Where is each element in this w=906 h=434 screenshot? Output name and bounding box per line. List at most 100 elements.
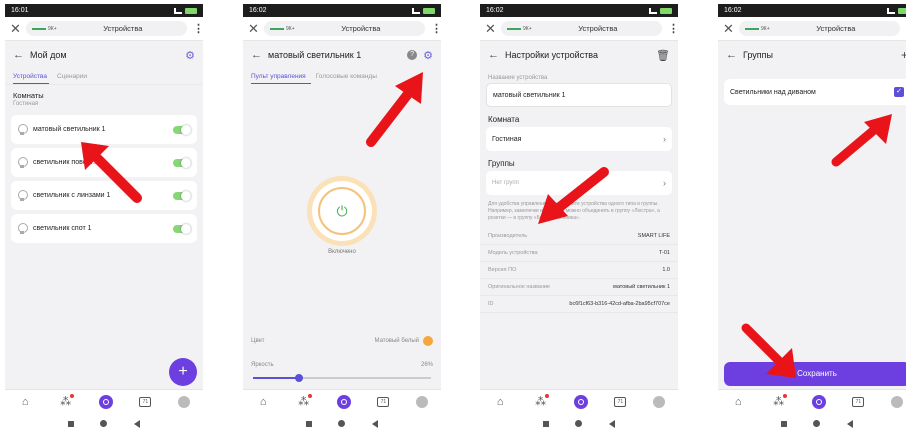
back-arrow-icon[interactable]: ← <box>488 49 499 61</box>
status-bar: 16:02 <box>243 4 441 17</box>
add-device-button[interactable]: + <box>169 358 197 386</box>
page-title: Группы <box>743 50 773 60</box>
recents-icon[interactable] <box>68 420 75 427</box>
device-toggle[interactable] <box>173 223 191 234</box>
screen-my-home: 16:01 ✕ 9К+ Устройства ⋮ ← Мой дом ⚙ Уст… <box>5 4 203 434</box>
device-toggle[interactable] <box>173 124 191 135</box>
groups-value: Нет групп <box>492 180 519 186</box>
room-name: Гостиная <box>13 101 39 107</box>
home-button-icon[interactable] <box>813 420 821 427</box>
back-icon[interactable] <box>133 419 140 428</box>
status-time: 16:02 <box>249 7 267 14</box>
apps-icon[interactable]: ⁂ <box>534 394 549 408</box>
close-icon[interactable]: ✕ <box>248 21 259 37</box>
home-button-icon[interactable] <box>575 420 583 427</box>
device-name: светильник спот 1 <box>33 225 92 232</box>
save-button[interactable]: Сохранить <box>724 362 906 386</box>
info-row: Модель устройства T-01 <box>480 245 678 262</box>
color-value: Матовый белый <box>374 338 419 344</box>
device-toggle[interactable] <box>173 157 191 168</box>
device-card[interactable]: матовый светильник 1 <box>11 115 197 144</box>
avatar[interactable] <box>890 395 903 408</box>
avatar[interactable] <box>177 395 190 408</box>
group-item[interactable]: Светильники над диваном ✓ <box>724 79 906 105</box>
home-button-icon[interactable] <box>338 420 346 427</box>
more-menu-icon[interactable]: ⋮ <box>668 22 678 35</box>
apps-icon[interactable]: ⁂ <box>772 394 787 408</box>
device-name: матовый светильник 1 <box>33 126 106 133</box>
trash-icon[interactable]: 🗑 <box>656 49 670 62</box>
device-toggle[interactable] <box>173 190 191 201</box>
back-icon[interactable] <box>371 419 378 428</box>
tabs: Пульт управления Голосовые команды <box>243 69 441 83</box>
signal-icon <box>412 7 420 14</box>
group-checkbox[interactable]: ✓ <box>894 87 904 97</box>
home-icon[interactable]: ⌂ <box>493 396 507 408</box>
url-field[interactable]: 9К+ Устройства <box>26 21 187 36</box>
close-icon[interactable]: ✕ <box>10 21 21 37</box>
device-name: светильник с линзами 1 <box>33 192 111 199</box>
avatar[interactable] <box>415 395 428 408</box>
more-menu-icon[interactable]: ⋮ <box>431 22 441 35</box>
home-icon[interactable]: ⌂ <box>18 396 32 408</box>
recents-icon[interactable] <box>543 420 550 427</box>
help-icon[interactable]: ? <box>407 50 418 60</box>
slider-handle[interactable] <box>295 374 304 382</box>
add-group-icon[interactable]: + <box>901 48 906 62</box>
alice-icon[interactable] <box>811 394 826 409</box>
room-selector[interactable]: Гостиная › <box>486 127 672 151</box>
home-icon[interactable]: ⌂ <box>256 396 270 408</box>
tab-voice-commands[interactable]: Голосовые команды <box>316 73 377 80</box>
tv-icon[interactable]: 71 <box>377 396 390 407</box>
device-name-field[interactable]: матовый светильник 1 <box>486 83 672 107</box>
device-card[interactable]: светильник спот 1 <box>11 214 197 243</box>
groups-selector[interactable]: Нет групп › <box>486 171 672 195</box>
device-card[interactable]: светильник с линзами 1 <box>11 181 197 210</box>
brightness-row: Яркость 26% <box>251 362 433 368</box>
back-arrow-icon[interactable]: ← <box>726 49 737 61</box>
url-title: Устройства <box>103 24 143 33</box>
tv-icon[interactable]: 71 <box>614 396 627 407</box>
avatar[interactable] <box>652 395 665 408</box>
page-title: Настройки устройства <box>505 50 598 60</box>
signal-icon <box>649 7 657 14</box>
url-field[interactable]: 9К+ Устройства <box>501 21 662 36</box>
home-button-icon[interactable] <box>100 420 108 427</box>
close-icon[interactable]: ✕ <box>485 21 496 37</box>
info-row: Оригинальное название матовый светильник … <box>480 279 678 296</box>
alice-icon[interactable] <box>98 394 113 409</box>
battery-icon <box>423 7 435 14</box>
back-arrow-icon[interactable]: ← <box>251 49 262 61</box>
apps-icon[interactable]: ⁂ <box>297 394 312 408</box>
power-button[interactable]: ⏻ <box>318 187 366 235</box>
tv-icon[interactable]: 71 <box>852 396 865 407</box>
alice-icon[interactable] <box>336 394 351 409</box>
more-menu-icon[interactable]: ⋮ <box>193 22 203 35</box>
url-field[interactable]: 9К+ Устройства <box>264 21 425 36</box>
tab-devices[interactable]: Устройства <box>13 73 47 80</box>
recents-icon[interactable] <box>781 420 788 427</box>
screen-device-settings: 16:02 ✕ 9К+ Устройства ⋮ ← Настройки уст… <box>480 4 678 434</box>
back-arrow-icon[interactable]: ← <box>13 49 24 61</box>
back-icon[interactable] <box>608 419 615 428</box>
groups-hint: Для удобства управления объединяйте устр… <box>488 201 660 221</box>
power-state: Включено <box>328 249 356 255</box>
tv-icon[interactable]: 71 <box>139 396 152 407</box>
device-card[interactable]: светильник повор… 1 <box>11 148 197 177</box>
color-row[interactable]: Цвет Матовый белый <box>251 336 433 346</box>
browser-url-bar: ✕ 9К+ Устройства ⋮ <box>718 17 906 41</box>
close-icon[interactable]: ✕ <box>723 21 734 37</box>
home-icon[interactable]: ⌂ <box>731 396 745 408</box>
alice-icon[interactable] <box>573 394 588 409</box>
recents-icon[interactable] <box>306 420 313 427</box>
back-icon[interactable] <box>846 419 853 428</box>
tab-scenarios[interactable]: Сценарии <box>57 73 87 80</box>
url-field[interactable]: 9К+ Устройства <box>739 21 900 36</box>
apps-icon[interactable]: ⁂ <box>59 394 74 408</box>
tab-remote-control[interactable]: Пульт управления <box>251 73 306 80</box>
gear-icon[interactable]: ⚙ <box>185 49 195 62</box>
brightness-slider[interactable] <box>253 374 431 382</box>
url-title: Устройства <box>816 24 856 33</box>
tab-indicator <box>251 83 311 84</box>
gear-icon[interactable]: ⚙ <box>423 49 433 62</box>
